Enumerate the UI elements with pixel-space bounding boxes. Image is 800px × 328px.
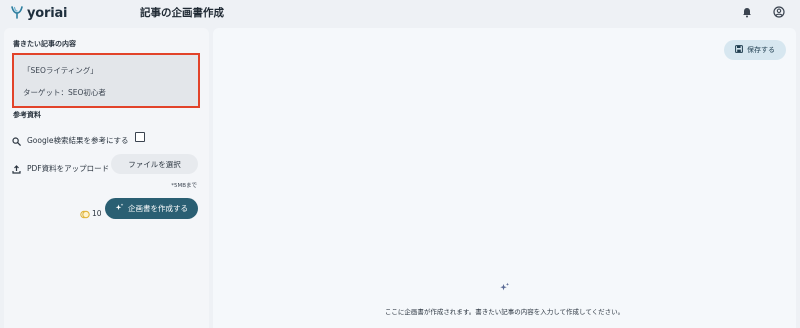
page-title: 記事の企画書作成 (140, 7, 224, 19)
pdf-upload-row: PDF資料をアップロード (12, 159, 109, 178)
sparkle-icon (115, 203, 124, 214)
input-panel: 書きたい記事の内容 「SEOライティング」 ターゲット：SEO初心者 参考資料 … (4, 28, 209, 328)
size-limit-note: *5MBまで (171, 183, 197, 189)
bell-icon[interactable] (740, 5, 754, 19)
empty-state: ここに企画書が作成されます。書きたい記事の内容を入力して作成してください。 (213, 278, 796, 316)
content-heading: 書きたい記事の内容 (13, 40, 76, 48)
save-label: 保存する (747, 46, 775, 54)
coin-icon (80, 204, 90, 223)
choose-file-button[interactable]: ファイルを選択 (111, 154, 198, 174)
google-search-label: Google検索結果を参考にする (27, 136, 129, 145)
google-search-checkbox[interactable] (135, 132, 145, 142)
content-line-2: ターゲット：SEO初心者 (23, 88, 106, 97)
reference-heading: 参考資料 (13, 111, 41, 119)
content-line-1: 「SEOライティング」 (23, 66, 98, 75)
credit-counter: 10 (80, 204, 102, 223)
search-icon (12, 131, 21, 150)
logo-icon (10, 4, 24, 23)
account-circle-icon[interactable] (772, 5, 786, 19)
sparkle-icon (499, 278, 510, 297)
empty-state-text: ここに企画書が作成されます。書きたい記事の内容を入力して作成してください。 (384, 308, 625, 316)
upload-icon (12, 159, 21, 178)
create-plan-button[interactable]: 企画書を作成する (105, 198, 198, 219)
pdf-upload-label: PDF資料をアップロード (27, 164, 110, 173)
logo-text: yoriai (27, 6, 68, 21)
save-button[interactable]: 保存する (724, 40, 786, 60)
article-content-input[interactable]: 「SEOライティング」 ターゲット：SEO初心者 (12, 53, 200, 108)
create-plan-label: 企画書を作成する (128, 204, 188, 213)
google-search-option[interactable]: Google検索結果を参考にする (12, 131, 129, 150)
top-bar: yoriai 記事の企画書作成 (0, 0, 800, 24)
output-panel: 保存する ここに企画書が作成されます。書きたい記事の内容を入力して作成してくださ… (213, 28, 796, 328)
logo[interactable]: yoriai (10, 4, 68, 23)
save-icon (735, 45, 743, 55)
credit-count: 10 (92, 209, 102, 218)
